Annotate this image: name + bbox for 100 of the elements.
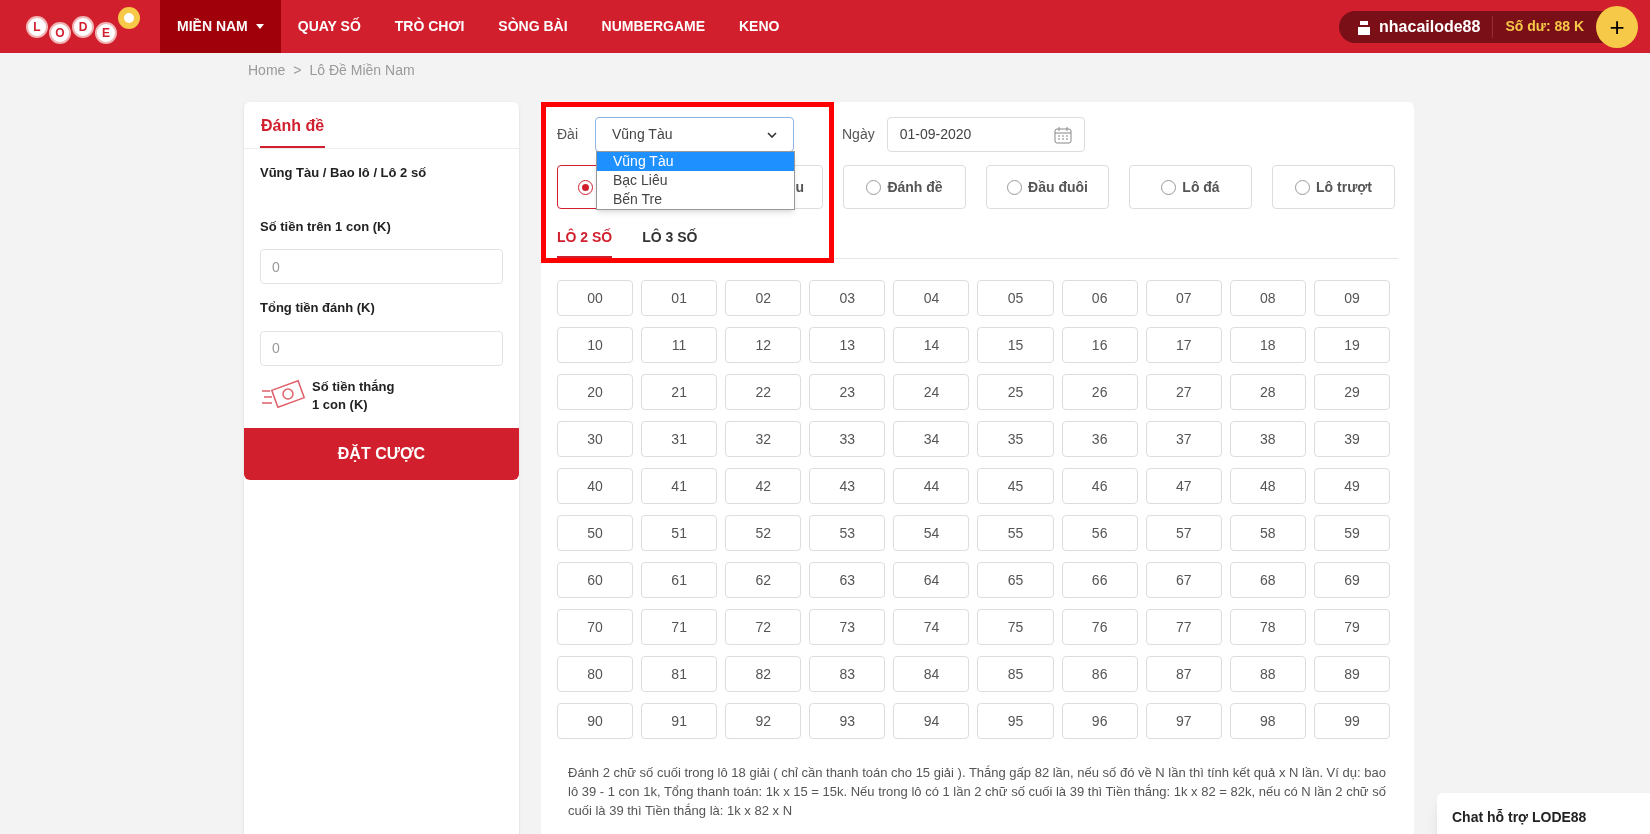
tab[interactable]: LÔ 3 SỐ: [642, 227, 698, 258]
number-button[interactable]: 38: [1229, 421, 1306, 457]
number-button[interactable]: 43: [809, 468, 886, 504]
number-button[interactable]: 48: [1229, 468, 1306, 504]
number-button[interactable]: 74: [893, 609, 970, 645]
number-button[interactable]: 64: [893, 562, 970, 598]
nav-item[interactable]: SÒNG BÀI: [481, 0, 585, 53]
number-button[interactable]: 92: [725, 703, 802, 739]
number-button[interactable]: 39: [1313, 421, 1390, 457]
number-button[interactable]: 25: [977, 374, 1054, 410]
number-button[interactable]: 71: [641, 609, 718, 645]
number-button[interactable]: 99: [1313, 703, 1390, 739]
logo[interactable]: L O D E: [0, 0, 160, 53]
number-button[interactable]: 56: [1061, 515, 1138, 551]
bet-type-option[interactable]: Đầu đuôi: [986, 165, 1109, 209]
number-button[interactable]: 91: [641, 703, 718, 739]
number-button[interactable]: 35: [977, 421, 1054, 457]
number-button[interactable]: 46: [1061, 468, 1138, 504]
number-button[interactable]: 70: [557, 609, 634, 645]
number-button[interactable]: 27: [1145, 374, 1222, 410]
tab[interactable]: LÔ 2 SỐ: [557, 227, 613, 258]
number-button[interactable]: 22: [725, 374, 802, 410]
number-button[interactable]: 31: [641, 421, 718, 457]
bet-type-option[interactable]: Lô trượt: [1272, 165, 1395, 209]
nav-item[interactable]: NUMBERGAME: [584, 0, 722, 53]
number-button[interactable]: 28: [1229, 374, 1306, 410]
panel-tab[interactable]: Đánh đề: [260, 114, 326, 148]
number-button[interactable]: 59: [1313, 515, 1390, 551]
number-button[interactable]: 12: [725, 327, 802, 363]
number-button[interactable]: 06: [1061, 280, 1138, 316]
number-button[interactable]: 52: [725, 515, 802, 551]
number-button[interactable]: 94: [893, 703, 970, 739]
number-button[interactable]: 89: [1313, 656, 1390, 692]
number-button[interactable]: 07: [1145, 280, 1222, 316]
number-button[interactable]: 40: [557, 468, 634, 504]
number-button[interactable]: 80: [557, 656, 634, 692]
number-button[interactable]: 86: [1061, 656, 1138, 692]
number-button[interactable]: 83: [809, 656, 886, 692]
number-button[interactable]: 24: [893, 374, 970, 410]
nav-item[interactable]: TRÒ CHƠI: [377, 0, 482, 53]
bet-type-option[interactable]: Đánh đề: [843, 165, 966, 209]
number-button[interactable]: 17: [1145, 327, 1222, 363]
number-button[interactable]: 47: [1145, 468, 1222, 504]
number-button[interactable]: 23: [809, 374, 886, 410]
dropdown-option[interactable]: Bến Tre: [597, 190, 794, 209]
number-button[interactable]: 05: [977, 280, 1054, 316]
number-button[interactable]: 13: [809, 327, 886, 363]
number-button[interactable]: 50: [557, 515, 634, 551]
number-button[interactable]: 16: [1061, 327, 1138, 363]
number-button[interactable]: 78: [1229, 609, 1306, 645]
number-button[interactable]: 14: [893, 327, 970, 363]
number-button[interactable]: 68: [1229, 562, 1306, 598]
number-button[interactable]: 03: [809, 280, 886, 316]
number-button[interactable]: 30: [557, 421, 634, 457]
number-button[interactable]: 96: [1061, 703, 1138, 739]
number-button[interactable]: 69: [1313, 562, 1390, 598]
dropdown-option[interactable]: Bạc Liêu: [597, 171, 794, 190]
number-button[interactable]: 57: [1145, 515, 1222, 551]
number-button[interactable]: 51: [641, 515, 718, 551]
number-button[interactable]: 77: [1145, 609, 1222, 645]
number-button[interactable]: 66: [1061, 562, 1138, 598]
number-button[interactable]: 11: [641, 327, 718, 363]
amount-field[interactable]: 0: [260, 249, 503, 284]
number-button[interactable]: 33: [809, 421, 886, 457]
number-button[interactable]: 04: [893, 280, 970, 316]
number-button[interactable]: 95: [977, 703, 1054, 739]
nav-item[interactable]: QUAY SỐ: [280, 0, 378, 53]
number-button[interactable]: 85: [977, 656, 1054, 692]
number-button[interactable]: 97: [1145, 703, 1222, 739]
number-button[interactable]: 29: [1313, 374, 1390, 410]
place-bet-button[interactable]: ĐẶT CƯỢC: [244, 427, 519, 480]
number-button[interactable]: 36: [1061, 421, 1138, 457]
number-button[interactable]: 32: [725, 421, 802, 457]
number-button[interactable]: 87: [1145, 656, 1222, 692]
number-button[interactable]: 81: [641, 656, 718, 692]
number-button[interactable]: 76: [1061, 609, 1138, 645]
number-button[interactable]: 90: [557, 703, 634, 739]
bet-type-option[interactable]: Lô đá: [1129, 165, 1252, 209]
number-button[interactable]: 53: [809, 515, 886, 551]
number-button[interactable]: 75: [977, 609, 1054, 645]
number-button[interactable]: 98: [1229, 703, 1306, 739]
number-button[interactable]: 67: [1145, 562, 1222, 598]
amount-field[interactable]: 0: [260, 330, 503, 366]
number-button[interactable]: 58: [1229, 515, 1306, 551]
number-button[interactable]: 55: [977, 515, 1054, 551]
number-button[interactable]: 08: [1229, 280, 1306, 316]
number-button[interactable]: 62: [725, 562, 802, 598]
number-button[interactable]: 26: [1061, 374, 1138, 410]
nav-item[interactable]: KENO: [722, 0, 797, 53]
number-button[interactable]: 02: [725, 280, 802, 316]
number-button[interactable]: 00: [557, 280, 634, 316]
number-button[interactable]: 72: [725, 609, 802, 645]
number-button[interactable]: 73: [809, 609, 886, 645]
number-button[interactable]: 44: [893, 468, 970, 504]
number-button[interactable]: 42: [725, 468, 802, 504]
number-button[interactable]: 84: [893, 656, 970, 692]
number-button[interactable]: 21: [641, 374, 718, 410]
chat-widget[interactable]: Chat hỗ trợ LODE88: [1437, 793, 1650, 834]
number-button[interactable]: 88: [1229, 656, 1306, 692]
number-button[interactable]: 37: [1145, 421, 1222, 457]
